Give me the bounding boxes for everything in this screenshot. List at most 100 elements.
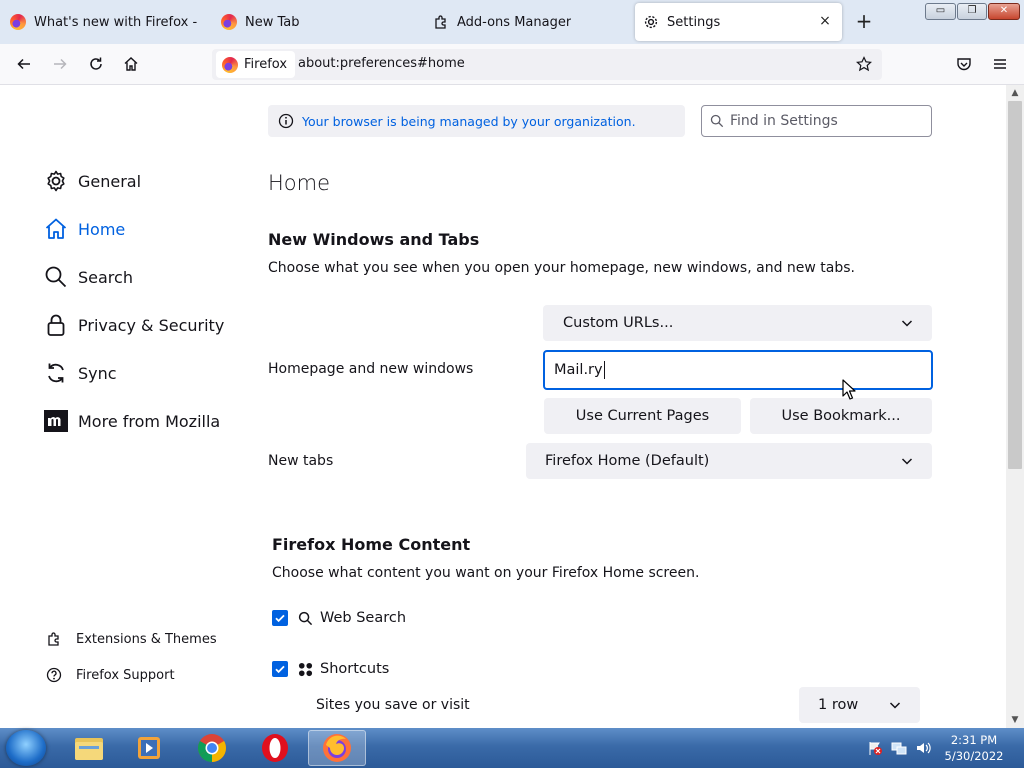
use-current-pages-button[interactable]: Use Current Pages	[544, 398, 741, 434]
identity-label: Firefox	[244, 57, 288, 72]
tab-label: Settings	[667, 14, 721, 30]
policy-notice-text[interactable]: Your browser is being managed by your or…	[302, 114, 636, 129]
section-heading: Firefox Home Content	[272, 535, 471, 554]
homepage-label: Homepage and new windows	[268, 361, 474, 377]
home-icon	[45, 218, 67, 239]
new-tabs-select[interactable]: Firefox Home (Default)	[526, 443, 932, 479]
reload-icon	[90, 57, 102, 70]
url-text[interactable]: about:preferences#home	[298, 56, 465, 71]
firefox-support-link[interactable]: Firefox Support	[46, 664, 175, 686]
tab-settings[interactable]: Settings ×	[635, 3, 842, 41]
info-icon	[278, 113, 294, 129]
chevron-down-icon	[889, 702, 901, 709]
mozilla-icon	[44, 410, 68, 432]
minimize-button[interactable]: ▭	[925, 3, 956, 20]
tab-addons-manager[interactable]: Add-ons Manager	[433, 3, 623, 41]
search-placeholder: Find in Settings	[730, 113, 838, 129]
maximize-button[interactable]: ❐	[957, 3, 987, 20]
taskbar-firefox[interactable]	[308, 730, 366, 766]
url-bar[interactable]: Firefox about:preferences#home	[212, 49, 882, 80]
close-window-button[interactable]: ✕	[988, 3, 1020, 20]
help-icon	[46, 667, 62, 683]
category-search[interactable]: Search	[44, 262, 133, 292]
category-label: More from Mozilla	[78, 411, 221, 431]
new-tab-button[interactable]: +	[852, 10, 876, 34]
category-label: General	[78, 171, 142, 191]
network-icon[interactable]	[891, 740, 907, 756]
homepage-mode-select[interactable]: Custom URLs...	[543, 305, 932, 341]
puzzle-icon	[48, 632, 59, 646]
file-explorer-icon	[75, 738, 103, 760]
web-search-checkbox[interactable]	[272, 610, 288, 626]
web-search-option[interactable]: Web Search	[272, 607, 406, 629]
taskbar-file-explorer[interactable]	[60, 730, 118, 766]
policy-notice[interactable]: Your browser is being managed by your or…	[268, 105, 685, 137]
star-icon	[856, 56, 872, 72]
hamburger-icon	[994, 59, 1006, 69]
pocket-icon	[957, 58, 971, 71]
tab-label: New Tab	[245, 14, 300, 30]
search-icon	[297, 610, 313, 626]
scroll-up-arrow-icon[interactable]: ▲	[1010, 88, 1020, 98]
category-label: Sync	[78, 363, 117, 383]
forward-arrow-icon	[54, 58, 67, 70]
category-general[interactable]: General	[44, 166, 141, 196]
opera-icon	[262, 734, 288, 762]
category-home[interactable]: Home	[44, 214, 125, 244]
homepage-url-value: Mail.ry	[554, 362, 603, 378]
section-description: Choose what content you want on your Fir…	[272, 565, 700, 581]
app-menu-button[interactable]	[988, 52, 1012, 76]
chevron-down-icon	[901, 458, 913, 465]
pocket-button[interactable]	[952, 52, 976, 76]
section-description: Choose what you see when you open your h…	[268, 260, 856, 276]
identity-box[interactable]: Firefox	[216, 51, 296, 78]
taskbar-media-player[interactable]	[120, 730, 178, 766]
select-value: 1 row	[818, 697, 859, 713]
shortcuts-checkbox[interactable]	[272, 661, 288, 677]
shortcut-rows-select[interactable]: 1 row	[799, 687, 920, 723]
shortcuts-option[interactable]: Shortcuts	[272, 658, 389, 680]
back-arrow-icon	[17, 58, 30, 70]
close-tab-icon[interactable]: ×	[818, 14, 832, 28]
new-tabs-label: New tabs	[268, 453, 334, 469]
back-button[interactable]	[12, 52, 36, 76]
page-scrollbar[interactable]: ▲ ▼	[1006, 85, 1024, 728]
homepage-url-input[interactable]: Mail.ry	[543, 350, 933, 390]
option-label: Web Search	[320, 610, 407, 626]
select-value: Firefox Home (Default)	[545, 453, 710, 469]
start-button[interactable]	[6, 730, 46, 766]
reload-button[interactable]	[84, 52, 108, 76]
select-value: Custom URLs...	[563, 315, 674, 331]
section-heading: New Windows and Tabs	[268, 230, 480, 249]
scrollbar-thumb[interactable]	[1008, 101, 1022, 469]
home-icon	[124, 57, 138, 71]
action-center-flag-icon[interactable]	[867, 740, 883, 756]
use-bookmark-button[interactable]: Use Bookmark...	[750, 398, 932, 434]
taskbar-clock[interactable]: 2:31 PM 5/30/2022	[938, 732, 1010, 764]
firefox-icon	[10, 14, 26, 30]
text-caret	[603, 361, 605, 379]
sync-icon	[48, 363, 64, 383]
checkmark-icon	[275, 665, 285, 674]
taskbar-opera[interactable]	[246, 730, 304, 766]
gear-icon	[644, 15, 658, 29]
forward-button[interactable]	[48, 52, 72, 76]
search-icon	[45, 266, 67, 288]
category-label: Search	[78, 267, 133, 287]
category-sync[interactable]: Sync	[44, 358, 117, 388]
tab-whats-new[interactable]: What's new with Firefox - More	[10, 3, 202, 41]
tab-new-tab[interactable]: New Tab	[221, 3, 411, 41]
footer-link-label: Extensions & Themes	[76, 631, 217, 647]
bookmark-star-button[interactable]	[852, 52, 876, 76]
category-more-from-mozilla[interactable]: More from Mozilla	[44, 406, 220, 436]
mouse-pointer-icon	[842, 379, 856, 400]
scroll-down-arrow-icon[interactable]: ▼	[1010, 715, 1020, 725]
chrome-icon	[198, 734, 226, 762]
extensions-themes-link[interactable]: Extensions & Themes	[46, 628, 217, 650]
volume-icon[interactable]	[915, 740, 931, 756]
settings-search-input[interactable]: Find in Settings	[701, 105, 932, 137]
category-privacy[interactable]: Privacy & Security	[44, 310, 224, 340]
firefox-icon	[221, 14, 237, 30]
taskbar-chrome[interactable]	[183, 730, 241, 766]
home-button[interactable]	[119, 52, 143, 76]
